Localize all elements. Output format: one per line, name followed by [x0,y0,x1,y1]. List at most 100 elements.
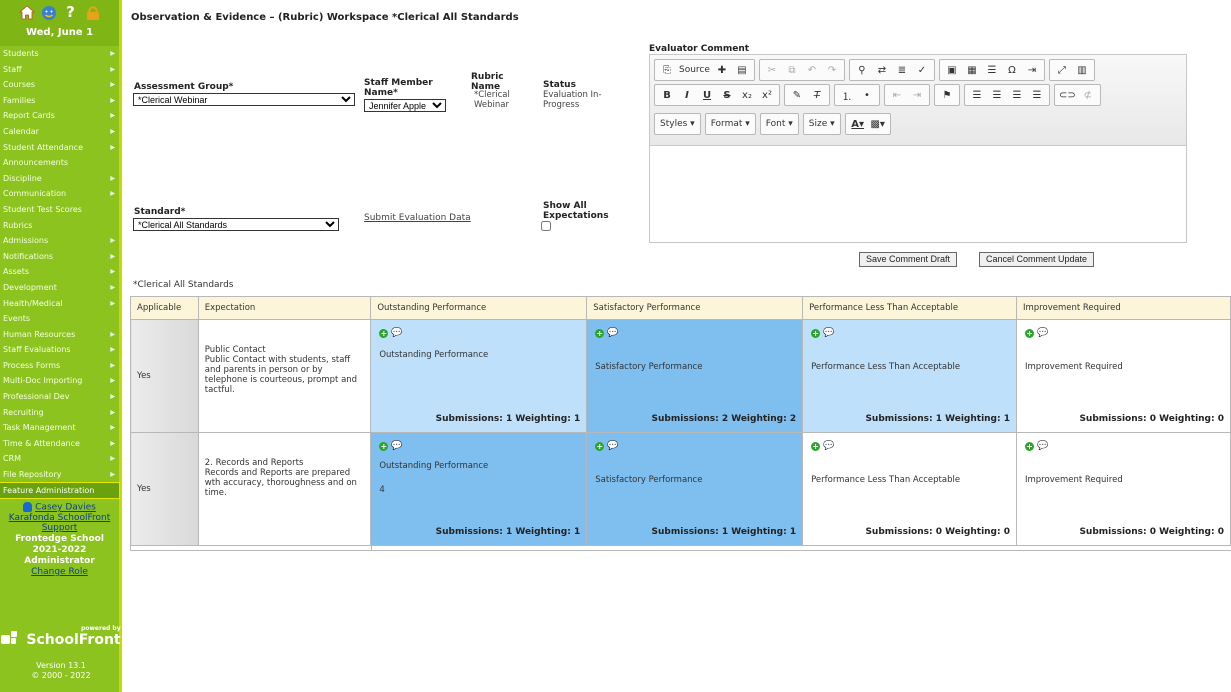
user-name-link[interactable]: Casey Davies [35,503,96,513]
editor-body[interactable] [650,146,1186,244]
outdent-icon[interactable]: ⇤ [887,86,907,104]
sidebar-item-process-forms[interactable]: Process Forms ▶ [0,358,119,374]
support-link[interactable]: Support [0,523,119,534]
select-all-icon[interactable]: ≣ [892,61,912,79]
sidebar-item-recruiting[interactable]: Recruiting ▶ [0,405,119,421]
align-left-icon[interactable]: ☰ [967,86,987,104]
sidebar-item-file-repository[interactable]: File Repository ▶ [0,467,119,483]
text-color-icon[interactable]: A▾ [848,115,868,133]
performance-cell[interactable]: + 💬 Satisfactory Performance Submissions: 1… [586,432,804,546]
accessibility-icon[interactable]: ✚ [712,61,732,79]
remove-format-icon[interactable]: T̶ [807,86,827,104]
sidebar-item-assets[interactable]: Assets ▶ [0,264,119,280]
sidebar-item-multi-doc-importing[interactable]: Multi-Doc Importing ▶ [0,373,119,389]
submit-evaluation-link[interactable]: Submit Evaluation Data [364,213,471,223]
standard-select[interactable]: *Clerical All Standards [133,218,339,231]
redo-icon[interactable]: ↷ [822,61,842,79]
sidebar-item-events[interactable]: Events [0,311,119,327]
unlink-icon[interactable]: ⊄ [1078,86,1098,104]
source-button[interactable]: Source [677,61,712,79]
horizontal-rule-icon[interactable]: ☰ [982,61,1002,79]
comment-icon[interactable]: 💬 [1037,442,1048,451]
font-combo[interactable]: Font ▾ [759,113,799,135]
staff-member-select[interactable]: Jennifer Apple [364,99,446,112]
link-icon[interactable]: ⊂⊃ [1057,86,1078,104]
comment-icon[interactable]: 💬 [823,329,834,338]
performance-cell[interactable]: + 💬 Improvement Required Submissions: 0 Wei… [1016,432,1231,546]
spellcheck-icon[interactable]: ✓ [912,61,932,79]
assessment-group-select[interactable]: *Clerical Webinar [133,93,355,106]
applicable-cell[interactable]: Yes [130,432,199,546]
page-break-icon[interactable]: ⇥ [1022,61,1042,79]
justify-icon[interactable]: ☰ [1027,86,1047,104]
undo-icon[interactable]: ↶ [802,61,822,79]
underline-icon[interactable]: U [697,86,717,104]
sidebar-item-time-attendance[interactable]: Time & Attendance ▶ [0,436,119,452]
performance-cell[interactable]: + 💬 Performance Less Than Acceptable Submis… [802,319,1017,433]
sidebar-item-discipline[interactable]: Discipline ▶ [0,171,119,187]
subscript-icon[interactable]: x₂ [737,86,757,104]
comment-icon[interactable]: 💬 [607,329,618,338]
bold-icon[interactable]: B [657,86,677,104]
performance-cell[interactable]: + 💬 Outstanding Performance Submissions: 1 … [370,319,588,433]
sidebar-item-announcements[interactable]: Announcements [0,155,119,171]
bg-color-icon[interactable]: ▩▾ [868,115,888,133]
sidebar-item-crm[interactable]: CRM ▶ [0,451,119,467]
replace-icon[interactable]: ⇄ [872,61,892,79]
image-icon[interactable]: ▣ [942,61,962,79]
find-icon[interactable]: ⚲ [852,61,872,79]
sidebar-item-student-test-scores[interactable]: Student Test Scores [0,202,119,218]
performance-cell[interactable]: + 💬 Satisfactory Performance Submissions: 2… [586,319,804,433]
superscript-icon[interactable]: x² [757,86,777,104]
add-evidence-icon[interactable]: + [811,329,821,338]
sidebar-item-courses[interactable]: Courses ▶ [0,77,119,93]
templates-icon[interactable]: ▤ [732,61,752,79]
sidebar-item-staff-evaluations[interactable]: Staff Evaluations ▶ [0,342,119,358]
add-evidence-icon[interactable]: + [1025,329,1034,338]
sidebar-item-task-management[interactable]: Task Management ▶ [0,420,119,436]
source-icon[interactable]: ⎘ [657,61,677,79]
maximize-icon[interactable]: ⤢ [1052,61,1072,79]
styles-combo[interactable]: Styles ▾ [654,113,701,135]
sidebar-item-staff[interactable]: Staff ▶ [0,62,119,78]
add-evidence-icon[interactable]: + [379,442,389,451]
language-icon[interactable]: ⚑ [937,86,957,104]
change-role-link[interactable]: Change Role [0,567,119,577]
format-combo[interactable]: Format ▾ [704,113,756,135]
sidebar-item-admissions[interactable]: Admissions ▶ [0,233,119,249]
performance-cell[interactable]: + 💬 Outstanding Performance 4 Submissions: 1… [370,432,588,546]
italic-icon[interactable]: I [677,86,697,104]
performance-cell[interactable]: + 💬 Improvement Required Submissions: 0 Wei… [1016,319,1231,433]
lock-icon[interactable] [84,4,102,21]
sidebar-item-notifications[interactable]: Notifications ▶ [0,249,119,265]
add-evidence-icon[interactable]: + [1025,442,1034,451]
sidebar-item-report-cards[interactable]: Report Cards ▶ [0,108,119,124]
sidebar-item-rubrics[interactable]: Rubrics [0,218,119,234]
cut-icon[interactable]: ✂ [762,61,782,79]
comment-icon[interactable]: 💬 [823,442,834,451]
org-link[interactable]: Karafonda SchoolFront [0,513,119,523]
sidebar-item-student-attendance[interactable]: Student Attendance ▶ [0,140,119,156]
sidebar-item-feature-administration[interactable]: Feature Administration [0,481,120,500]
comment-icon[interactable]: 💬 [607,442,618,451]
applicable-cell[interactable]: Yes [130,319,199,433]
copy-format-icon[interactable]: ✎ [787,86,807,104]
sidebar-item-human-resources[interactable]: Human Resources ▶ [0,327,119,343]
bulleted-list-icon[interactable]: • [857,86,877,104]
add-evidence-icon[interactable]: + [379,329,389,338]
sidebar-item-families[interactable]: Families ▶ [0,93,119,109]
performance-cell[interactable]: + 💬 Performance Less Than Acceptable Submis… [802,432,1017,546]
numbered-list-icon[interactable]: ⒈ [837,86,857,104]
sidebar-item-professional-dev[interactable]: Professional Dev ▶ [0,389,119,405]
copy-icon[interactable]: ⧉ [782,61,802,79]
comment-icon[interactable]: 💬 [391,442,402,451]
special-char-icon[interactable]: Ω [1002,61,1022,79]
sidebar-item-health-medical[interactable]: Health/Medical ▶ [0,296,119,312]
add-evidence-icon[interactable]: + [811,442,821,451]
align-right-icon[interactable]: ☰ [1007,86,1027,104]
sidebar-item-students[interactable]: Students ▶ [0,46,119,62]
add-evidence-icon[interactable]: + [595,442,605,451]
home-icon[interactable] [18,4,36,21]
help-icon[interactable]: ? [62,4,80,21]
save-comment-draft-button[interactable]: Save Comment Draft [859,252,958,267]
